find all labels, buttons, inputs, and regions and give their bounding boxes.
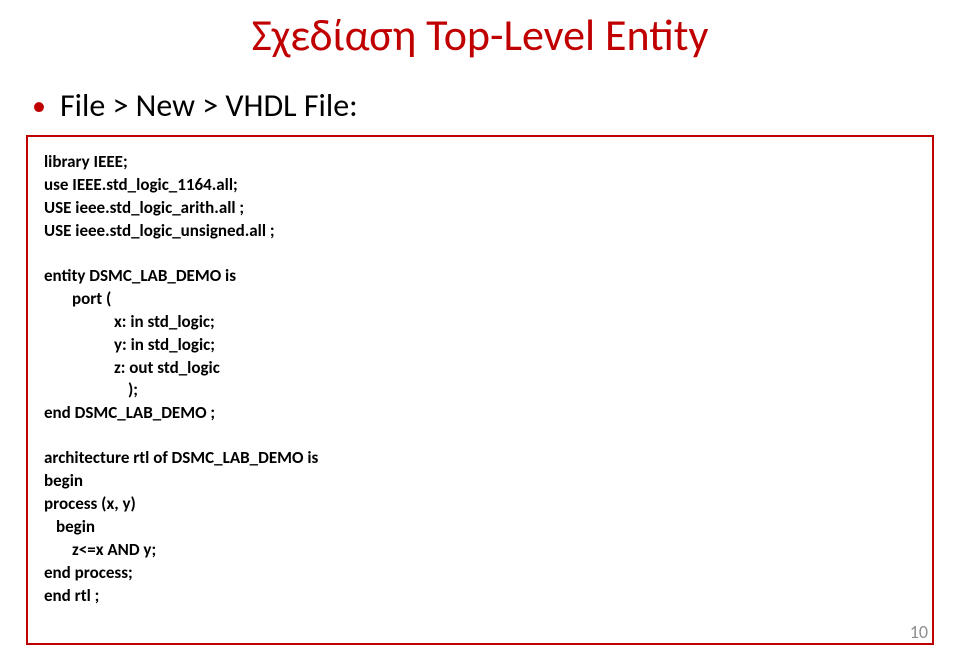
blank-line <box>44 425 916 447</box>
code-line: USE ieee.std_logic_unsigned.all ; <box>44 220 916 243</box>
code-line: begin <box>44 470 916 493</box>
page-number: 10 <box>910 621 928 643</box>
code-line: x: in std_logic; <box>44 311 916 334</box>
code-line: end DSMC_LAB_DEMO ; <box>44 402 916 425</box>
code-block: library IEEE; use IEEE.std_logic_1164.al… <box>26 135 934 645</box>
code-line: z: out std_logic <box>44 357 916 380</box>
code-line: ); <box>44 379 916 402</box>
bullet-text: File > New > VHDL File: <box>60 86 358 125</box>
code-line: architecture rtl of DSMC_LAB_DEMO is <box>44 447 916 470</box>
code-line: use IEEE.std_logic_1164.all; <box>44 174 916 197</box>
code-line: entity DSMC_LAB_DEMO is <box>44 265 916 288</box>
code-line: y: in std_logic; <box>44 334 916 357</box>
blank-line <box>44 243 916 265</box>
code-line: library IEEE; <box>44 151 916 174</box>
code-line: end process; <box>44 562 916 585</box>
slide: Σχεδίαση Top-Level Entity • File > New >… <box>0 8 960 657</box>
code-line: USE ieee.std_logic_arith.all ; <box>44 197 916 220</box>
code-line: begin <box>44 516 916 539</box>
code-line: z<=x AND y; <box>44 539 916 562</box>
code-line: end rtl ; <box>44 585 916 608</box>
bullet-icon: • <box>32 88 46 123</box>
slide-title: Σχεδίαση Top-Level Entity <box>120 8 840 62</box>
bullet-item: • File > New > VHDL File: <box>32 86 960 125</box>
code-line: process (x, y) <box>44 493 916 516</box>
code-line: port ( <box>44 288 916 311</box>
